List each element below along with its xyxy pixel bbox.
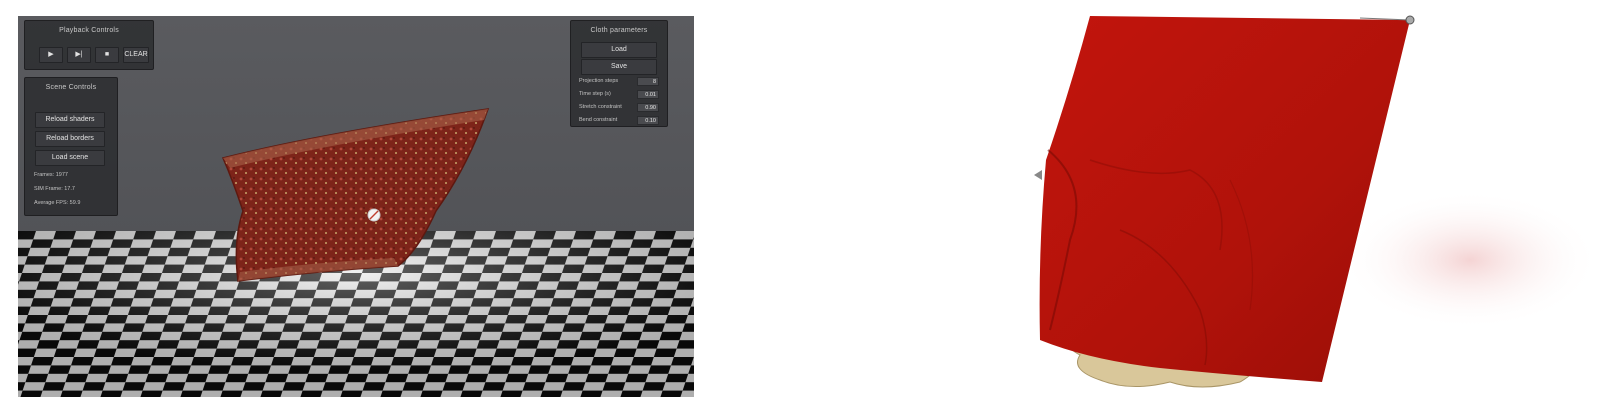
simulation-viewport[interactable]: Playback Controls ▶ ▶| ■ CLEAR Scene Con… bbox=[18, 16, 694, 397]
stop-icon: ■ bbox=[104, 51, 110, 58]
save-label: Save bbox=[611, 63, 627, 70]
reload-borders-button[interactable]: Reload borders bbox=[35, 131, 105, 147]
param-label: Time step (s) bbox=[579, 91, 611, 97]
projection-steps-input[interactable]: 8 bbox=[637, 77, 659, 86]
side-pin bbox=[1034, 170, 1042, 180]
load-button[interactable]: Load bbox=[581, 42, 657, 58]
scene-controls-panel: Scene Controls Reload shaders Reload bor… bbox=[24, 77, 118, 216]
frames-stat: Frames: 1977 bbox=[34, 172, 68, 178]
cloth-parameters-panel: Cloth parameters Load Save Projection st… bbox=[570, 20, 668, 127]
reload-borders-label: Reload borders bbox=[46, 135, 94, 142]
param-label: Projection steps bbox=[579, 78, 619, 84]
load-scene-button[interactable]: Load scene bbox=[35, 150, 105, 166]
drag-handle[interactable] bbox=[367, 208, 381, 222]
red-cloth bbox=[1039, 16, 1410, 382]
step-button[interactable]: ▶| bbox=[67, 47, 91, 63]
clear-button[interactable]: CLEAR bbox=[123, 47, 149, 63]
param-row-time-step: Time step (s) 0.01 bbox=[579, 90, 659, 100]
save-button[interactable]: Save bbox=[581, 59, 657, 75]
param-label: Bend constraint bbox=[579, 117, 618, 123]
clear-label: CLEAR bbox=[124, 51, 148, 58]
stop-button[interactable]: ■ bbox=[95, 47, 119, 63]
play-icon: ▶ bbox=[48, 51, 54, 58]
param-row-bend-constraint: Bend constraint 0.10 bbox=[579, 116, 659, 126]
playback-controls-title: Playback Controls bbox=[59, 27, 119, 34]
reload-shaders-label: Reload shaders bbox=[45, 116, 95, 123]
scene-controls-title: Scene Controls bbox=[45, 84, 97, 91]
param-row-projection-steps: Projection steps 8 bbox=[579, 77, 659, 87]
bend-constraint-input[interactable]: 0.10 bbox=[637, 116, 659, 125]
param-label: Stretch constraint bbox=[579, 104, 622, 110]
playback-controls-panel: Playback Controls ▶ ▶| ■ CLEAR bbox=[24, 20, 154, 70]
load-scene-label: Load scene bbox=[51, 154, 89, 161]
stretch-constraint-input[interactable]: 0.90 bbox=[637, 103, 659, 112]
cloth-shadow bbox=[1340, 190, 1600, 330]
time-step-input[interactable]: 0.01 bbox=[637, 90, 659, 99]
cloth-parameters-title: Cloth parameters bbox=[590, 27, 648, 34]
load-label: Load bbox=[611, 46, 627, 53]
average-fps-stat: Average FPS: 59.9 bbox=[34, 200, 81, 206]
step-icon: ▶| bbox=[75, 51, 83, 58]
reload-shaders-button[interactable]: Reload shaders bbox=[35, 112, 105, 128]
cloth-render bbox=[1034, 15, 1600, 388]
param-row-stretch-constraint: Stretch constraint 0.90 bbox=[579, 103, 659, 113]
sim-frame-stat: SIM Frame: 17.7 bbox=[34, 186, 75, 192]
play-button[interactable]: ▶ bbox=[39, 47, 63, 63]
